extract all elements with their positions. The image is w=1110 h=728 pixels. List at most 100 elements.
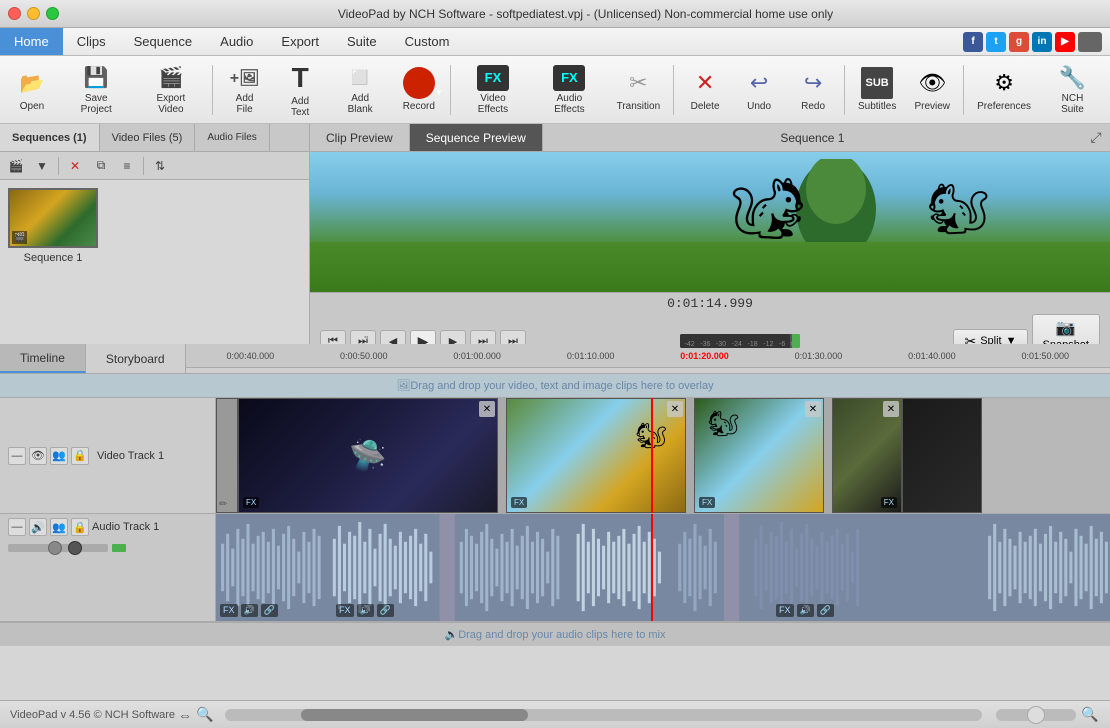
eye-video-track-button[interactable]: 👁 [29,447,47,465]
redo-button[interactable]: ↪ Redo [787,61,839,119]
twitter-icon[interactable]: t [986,32,1006,52]
video-clip-edit[interactable]: ✏ [216,398,238,513]
scroll-thumb[interactable] [301,709,528,721]
menu-suite[interactable]: Suite [333,28,391,55]
audio-link-button-1[interactable]: 🔗 [261,604,278,617]
audio-volume-button-1[interactable]: 🔊 [241,604,258,617]
audio-fx-button-3[interactable]: FX [776,604,794,617]
video-clip-nature1[interactable]: ✕ 🐿 FX [506,398,686,513]
undo-button[interactable]: ↩ Undo [733,61,785,119]
transition-button[interactable]: ✂ Transition [609,61,668,119]
menu-clips[interactable]: Clips [63,28,120,55]
export-icon: 🎬 [155,65,187,91]
video-track: — 👁 👥 🔒 Video Track 1 ✏ [0,398,1110,514]
audio-fx-button-2[interactable]: FX [336,604,354,617]
audio-level-indicator [112,544,126,552]
menu-custom[interactable]: Custom [391,28,464,55]
close-clip-4-icon[interactable]: ✕ [883,401,899,417]
add-sequence-icon[interactable]: 🎬 [4,155,28,177]
video-effects-button[interactable]: FX Video Effects [456,61,530,119]
close-clip-3-icon[interactable]: ✕ [805,401,821,417]
left-panel: Sequences (1) Video Files (5) Audio File… [0,124,310,344]
audio-volume-track[interactable] [8,544,108,552]
tab-sequence-preview[interactable]: Sequence Preview [410,124,543,151]
subtitles-button[interactable]: SUB Subtitles [850,61,904,119]
add-text-button[interactable]: T Add Text [273,61,328,119]
preview-button[interactable]: 👁 Preview [906,61,958,119]
remove-sequence-icon[interactable]: ✕ [63,155,87,177]
add-blank-button[interactable]: ⬜ Add Blank [329,61,390,119]
tab-storyboard[interactable]: Storyboard [86,344,186,373]
preview-sequence-title: Sequence 1 [543,124,1082,151]
collapse-video-track-button[interactable]: — [8,447,26,465]
speaker-audio-track-button[interactable]: 🔊 [29,518,47,536]
scroll-bar[interactable] [225,709,982,721]
timecode-display: 0:01:14.999 [310,293,1110,314]
zoom-in-button[interactable]: 🔍 [1080,705,1100,725]
camera-icon: 📷 [1056,318,1076,338]
zoom-slider[interactable] [996,709,1076,721]
dropdown-icon[interactable]: ▼ [30,155,54,177]
audio-volume-button-2[interactable]: 🔊 [357,604,374,617]
lock-audio-track-button[interactable]: 🔒 [71,518,89,536]
tab-audio-files[interactable]: Audio Files [195,124,269,151]
list-view-icon[interactable]: ≡ [115,155,139,177]
minimize-button[interactable] [27,7,40,20]
add-file-button[interactable]: +🖼 Add File [218,61,271,119]
close-button[interactable] [8,7,21,20]
audio-volume-button-3[interactable]: 🔊 [797,604,814,617]
nch-suite-button[interactable]: 🔧 NCH Suite [1041,61,1104,119]
subtitles-icon: SUB [861,67,893,99]
audio-playhead [651,514,653,621]
add-text-icon: T [284,62,316,94]
video-clip-space[interactable]: ✕ 🛸 FX [238,398,498,513]
export-video-button[interactable]: 🎬 Export Video [134,61,207,119]
facebook-icon[interactable]: f [963,32,983,52]
close-clip-1-icon[interactable]: ✕ [479,401,495,417]
expand-preview-icon[interactable]: ⤢ [1082,124,1110,151]
audio-drop-icon: 🔊 [445,628,459,641]
maximize-button[interactable] [46,7,59,20]
record-button[interactable]: Record [393,61,445,119]
googleplus-icon[interactable]: g [1009,32,1029,52]
video-clip-dark[interactable] [902,398,982,513]
zoom-out-button[interactable]: ⇔ [175,705,195,725]
close-clip-2-icon[interactable]: ✕ [667,401,683,417]
audio-link-button-3[interactable]: 🔗 [817,604,834,617]
group-audio-track-button[interactable]: 👥 [50,518,68,536]
linkedin-icon[interactable]: in [1032,32,1052,52]
tab-video-files[interactable]: Video Files (5) [100,124,196,151]
open-button[interactable]: 📂 Open [6,61,58,119]
save-project-button[interactable]: 💾 Save Project [60,61,132,119]
toolbar-separator-4 [844,65,845,115]
tab-clip-preview[interactable]: Clip Preview [310,124,410,151]
sequence-item-1[interactable]: 🎬 Sequence 1 [8,188,98,264]
collapse-audio-track-button[interactable]: — [8,518,26,536]
youtube-icon[interactable]: ▶ [1055,32,1075,52]
menu-audio[interactable]: Audio [206,28,267,55]
group-video-track-button[interactable]: 👥 [50,447,68,465]
nch-icon[interactable] [1078,32,1102,52]
lock-video-track-button[interactable]: 🔒 [71,447,89,465]
menu-home[interactable]: Home [0,28,63,55]
tab-timeline[interactable]: Timeline [0,344,86,373]
menu-sequence[interactable]: Sequence [120,28,207,55]
tab-sequences[interactable]: Sequences (1) [0,124,100,151]
audio-volume-knob[interactable] [48,541,62,555]
duplicate-sequence-icon[interactable]: ⧉ [89,155,113,177]
audio-effects-button[interactable]: FX Audio Effects [532,61,607,119]
audio-fx-button-1[interactable]: FX [220,604,238,617]
audio-volume-indicator[interactable] [68,541,82,555]
audio-track: — 🔊 👥 🔒 Audio Track 1 [0,514,1110,622]
zoom-in-icon[interactable]: 🔍 [195,705,215,725]
sort-icon[interactable]: ⇅ [148,155,172,177]
volume-slider[interactable]: -42 -36 -30 -24 -18 -12 -6 0 [680,334,800,348]
video-clip-tree[interactable]: ✕ FX [832,398,902,513]
audio-link-button-2[interactable]: 🔗 [377,604,394,617]
zoom-knob[interactable] [1027,706,1045,724]
delete-button[interactable]: ✕ Delete [679,61,731,119]
menu-export[interactable]: Export [267,28,333,55]
audio-drop-text: Drag and drop your audio clips here to m… [458,629,665,641]
preferences-button[interactable]: ⚙ Preferences [969,61,1039,119]
video-clip-nature2[interactable]: ✕ 🐿 FX [694,398,824,513]
